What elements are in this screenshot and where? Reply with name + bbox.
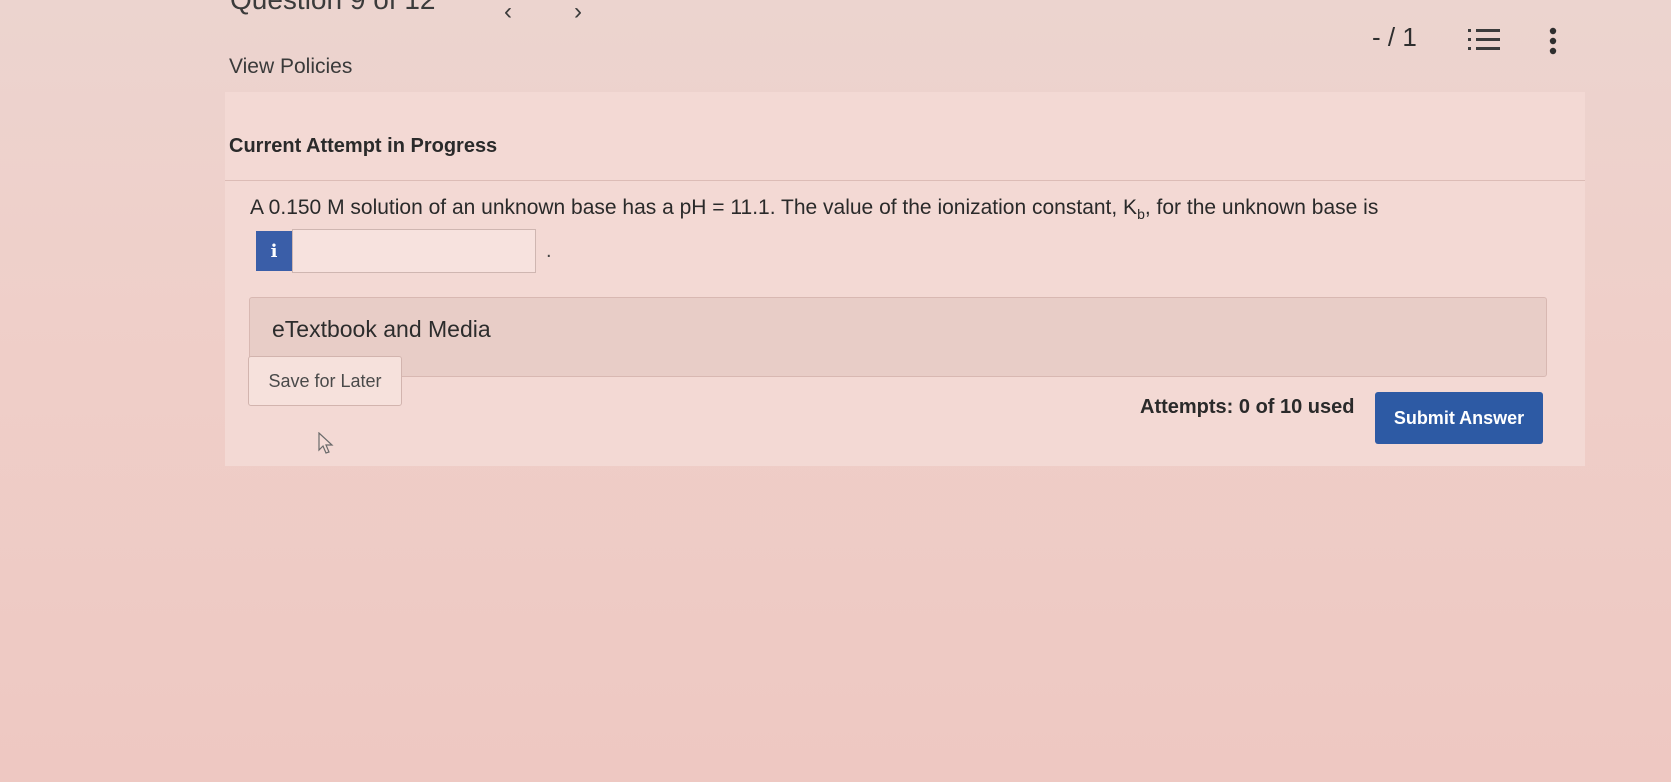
chevron-left-icon[interactable]: ‹ <box>504 0 512 26</box>
question-score: - / 1 <box>1372 22 1417 52</box>
answer-row: i . <box>256 228 552 274</box>
numbered-list-icon[interactable] <box>1468 27 1500 53</box>
etextbook-label: eTextbook and Media <box>272 316 491 342</box>
save-for-later-button[interactable]: Save for Later <box>248 356 402 406</box>
question-text-end: , for the unknown base is <box>1144 196 1379 219</box>
answer-period: . <box>546 239 552 262</box>
etextbook-media-section[interactable]: eTextbook and Media <box>249 297 1547 377</box>
question-subscript: b <box>1137 206 1145 223</box>
answer-input[interactable] <box>292 229 536 273</box>
question-header: Question 9 of 12 ‹ › - / 1 <box>0 0 1671 60</box>
kebab-menu-icon[interactable] <box>1548 27 1558 55</box>
info-icon[interactable]: i <box>256 231 292 271</box>
view-policies-link[interactable]: View Policies <box>229 55 352 79</box>
mouse-cursor-icon <box>318 432 334 454</box>
divider <box>225 180 1585 181</box>
submit-answer-button[interactable]: Submit Answer <box>1375 392 1543 444</box>
question-text-main: A 0.150 M solution of an unknown base ha… <box>250 196 1138 219</box>
attempts-counter: Attempts: 0 of 10 used <box>1140 396 1355 418</box>
question-text: A 0.150 M solution of an unknown base ha… <box>250 196 1378 222</box>
question-counter: Question 9 of 12 <box>230 0 435 16</box>
attempt-status-title: Current Attempt in Progress <box>229 135 498 157</box>
chevron-right-icon[interactable]: › <box>574 0 582 26</box>
